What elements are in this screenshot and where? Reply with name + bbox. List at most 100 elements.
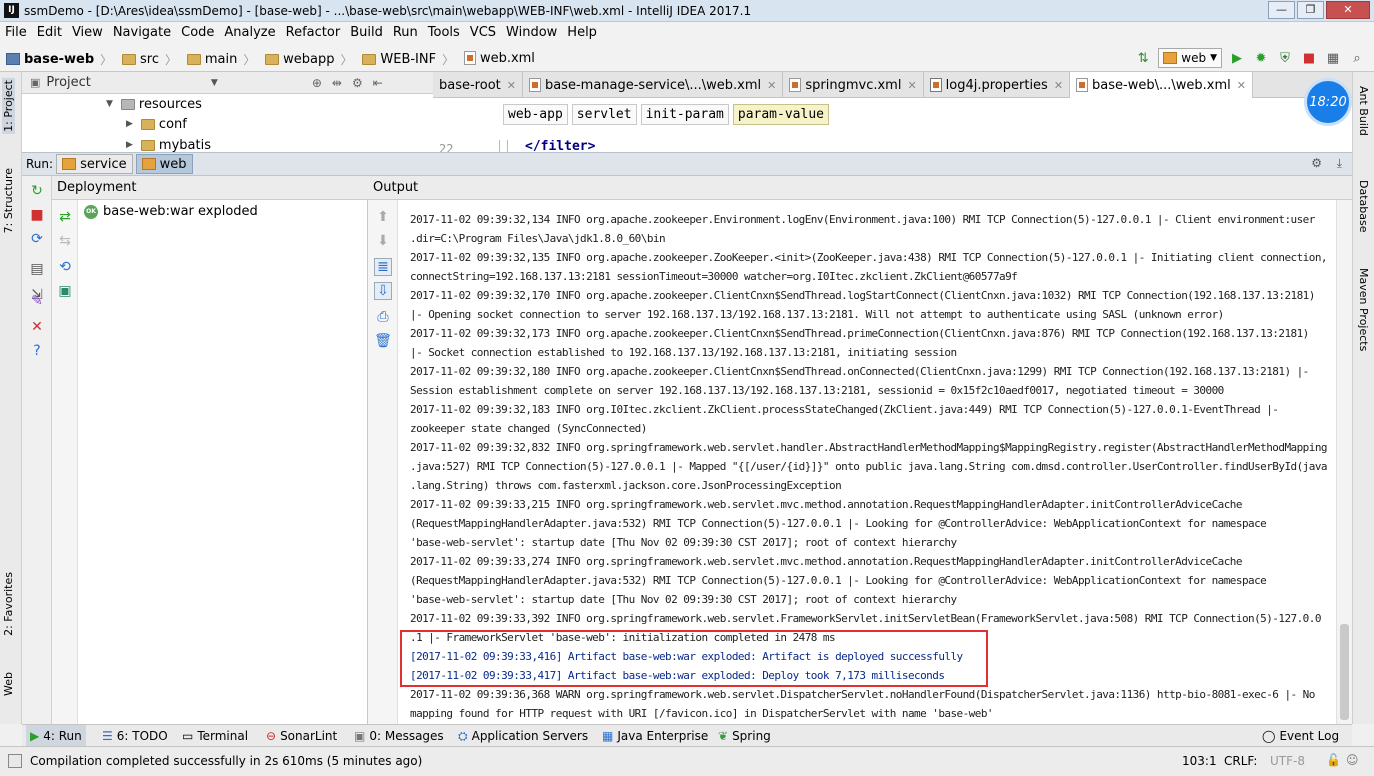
stop-icon[interactable]: ■: [28, 206, 46, 224]
breadcrumb-src[interactable]: src 〉: [122, 46, 177, 74]
lock-icon[interactable]: 🔓: [1326, 753, 1341, 767]
chevron-down-icon[interactable]: ▼: [106, 99, 113, 109]
close-icon[interactable]: ✕: [1054, 79, 1063, 92]
arrow-up-icon[interactable]: ⬆: [374, 208, 392, 226]
refresh-icon[interactable]: ⟲: [56, 258, 74, 276]
xml-crumb-servlet[interactable]: servlet: [571, 104, 637, 125]
tool-tab-maven[interactable]: Maven Projects: [1357, 268, 1370, 351]
chevron-down-icon[interactable]: ▼: [211, 78, 218, 88]
tool-tab-ant-build[interactable]: Ant Build: [1357, 86, 1370, 136]
menu-build[interactable]: Build: [345, 22, 388, 44]
run-tab-service[interactable]: service: [56, 154, 133, 174]
breadcrumb-module[interactable]: base-web 〉: [6, 45, 112, 73]
debug-icon[interactable]: ✹: [1252, 49, 1270, 67]
deployment-item[interactable]: OK base-web:war exploded: [84, 204, 258, 219]
vertical-scrollbar[interactable]: [1336, 200, 1352, 724]
deploy-icon[interactable]: ⇄: [56, 208, 74, 226]
tab-base-manage-service-web-xml[interactable]: base-manage-service\...\web.xml ✕: [523, 72, 784, 98]
tool-tab-todo[interactable]: ☰ 6: TODO: [102, 725, 168, 747]
menu-view[interactable]: View: [67, 22, 108, 44]
xml-crumb-init-param[interactable]: init-param: [640, 104, 729, 125]
toggle-panels-icon[interactable]: [8, 754, 22, 768]
gear-icon[interactable]: ⚙: [1311, 156, 1322, 170]
tool-tab-event-log[interactable]: ◯ Event Log: [1262, 725, 1339, 747]
scrollbar-thumb[interactable]: [1340, 624, 1349, 720]
chevron-right-icon[interactable]: ▶: [126, 119, 133, 129]
breadcrumb-web-inf[interactable]: WEB-INF 〉: [362, 46, 454, 74]
tool-tab-project[interactable]: 1: Project: [2, 78, 15, 134]
status-message[interactable]: Compilation completed successfully in 2s…: [30, 754, 422, 768]
breadcrumb-webapp[interactable]: webapp 〉: [265, 46, 353, 74]
sync-icon[interactable]: ⊕: [312, 76, 322, 90]
project-view-label[interactable]: Project: [46, 75, 90, 90]
search-icon[interactable]: ⌕: [1348, 49, 1366, 67]
soft-wrap-icon[interactable]: ≣: [374, 258, 392, 276]
caret-position[interactable]: 103:1: [1182, 754, 1217, 768]
tab-log4j-properties[interactable]: log4j.properties ✕: [924, 72, 1071, 98]
close-icon[interactable]: ✕: [907, 79, 916, 92]
print-icon[interactable]: ⎙: [374, 308, 392, 326]
help-icon[interactable]: ?: [28, 342, 46, 360]
menu-help[interactable]: Help: [562, 22, 602, 44]
inspector-icon[interactable]: ☺: [1346, 753, 1359, 767]
menu-navigate[interactable]: Navigate: [108, 22, 176, 44]
code-text[interactable]: </filter>: [525, 140, 595, 152]
arrow-down-icon[interactable]: ⬇: [374, 232, 392, 250]
tool-tab-terminal[interactable]: ▭ Terminal: [182, 725, 248, 747]
minimize-button[interactable]: —: [1268, 1, 1295, 19]
scroll-to-end-icon[interactable]: ⇩: [374, 282, 392, 300]
build-arrow-icon[interactable]: ⇅: [1134, 49, 1152, 67]
menu-window[interactable]: Window: [501, 22, 562, 44]
menu-run[interactable]: Run: [388, 22, 423, 44]
undeploy-icon[interactable]: ⇆: [56, 232, 74, 250]
tool-tab-favorites[interactable]: 2: Favorites: [2, 572, 15, 636]
collapse-icon[interactable]: ⇹: [332, 76, 342, 90]
tool-tab-structure[interactable]: 7: Structure: [2, 168, 15, 233]
breadcrumb-file[interactable]: web.xml: [463, 44, 535, 72]
chevron-right-icon[interactable]: ▶: [126, 140, 133, 150]
menu-vcs[interactable]: VCS: [465, 22, 501, 44]
rerun-icon[interactable]: ↻: [28, 182, 46, 200]
project-structure-icon[interactable]: ▦: [1324, 49, 1342, 67]
tool-tab-run[interactable]: ▶ 4: Run: [26, 725, 86, 747]
dump-threads-icon[interactable]: ✎: [28, 292, 46, 310]
trash-icon[interactable]: 🗑: [374, 332, 392, 350]
hide-icon[interactable]: ⇤: [373, 76, 383, 90]
menu-code[interactable]: Code: [176, 22, 219, 44]
gear-icon[interactable]: ⚙: [352, 76, 363, 90]
xml-crumb-web-app[interactable]: web-app: [503, 104, 568, 125]
hide-panel-icon[interactable]: ⤓: [1337, 156, 1342, 171]
tool-tab-database[interactable]: Database: [1357, 180, 1370, 233]
maximize-button[interactable]: ❐: [1297, 1, 1324, 19]
xml-crumb-param-value[interactable]: param-value: [732, 104, 829, 125]
tool-tab-messages[interactable]: ▣ 0: Messages: [354, 725, 444, 747]
tree-item-resources[interactable]: ▼ resources: [106, 94, 202, 114]
tool-tab-application-servers[interactable]: ⛭ Application Servers: [458, 725, 588, 747]
artifact-icon[interactable]: ▣: [56, 282, 74, 300]
close-icon[interactable]: ✕: [28, 318, 46, 336]
line-separator[interactable]: CRLF:: [1224, 754, 1257, 768]
breadcrumb-main[interactable]: main 〉: [186, 46, 255, 74]
menu-refactor[interactable]: Refactor: [281, 22, 346, 44]
tree-item-conf[interactable]: ▶ conf: [126, 114, 187, 134]
stop-icon[interactable]: ■: [1300, 49, 1318, 67]
run-tab-web[interactable]: web: [135, 154, 193, 174]
layout-icon[interactable]: ▤: [28, 260, 46, 278]
update-icon[interactable]: ⟳: [28, 230, 46, 248]
menu-file[interactable]: File: [0, 22, 32, 44]
file-encoding[interactable]: UTF-8: [1270, 754, 1305, 768]
fold-marker-icon[interactable]: [499, 140, 508, 152]
tool-tab-sonarlint[interactable]: ⊖ SonarLint: [266, 725, 337, 747]
tool-tab-java-enterprise[interactable]: ▦ Java Enterprise: [602, 725, 708, 747]
run-config-selector[interactable]: web ▼: [1158, 48, 1222, 68]
tool-tab-web[interactable]: Web: [2, 672, 15, 696]
menu-edit[interactable]: Edit: [32, 22, 67, 44]
tab-springmvc-xml[interactable]: springmvc.xml ✕: [783, 72, 924, 98]
close-icon[interactable]: ✕: [507, 79, 516, 92]
coverage-icon[interactable]: ⛨: [1276, 49, 1294, 67]
tab-base-web-web-xml[interactable]: base-web\...\web.xml ✕: [1070, 72, 1253, 98]
menu-tools[interactable]: Tools: [423, 22, 465, 44]
close-icon[interactable]: ✕: [1237, 79, 1246, 92]
tab-base-root[interactable]: base-root ✕: [433, 72, 523, 98]
close-button[interactable]: ✕: [1326, 1, 1370, 19]
